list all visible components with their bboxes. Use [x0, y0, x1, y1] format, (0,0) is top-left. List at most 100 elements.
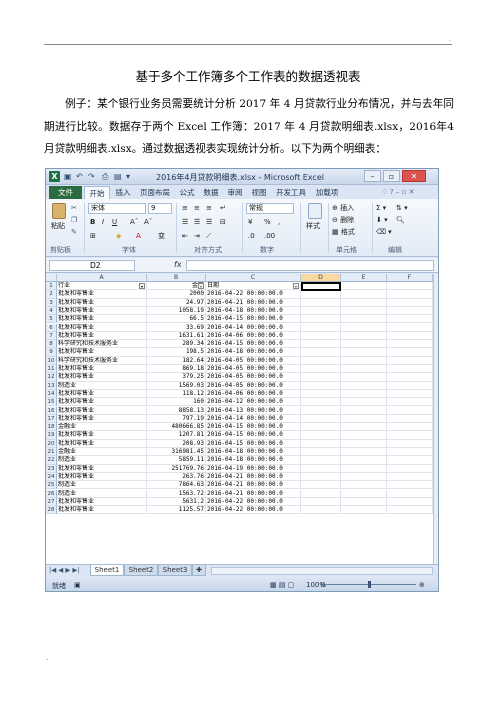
industry-cell[interactable]: 批发和零售业	[57, 306, 147, 316]
merge-icon[interactable]: ⊟	[220, 217, 226, 227]
date-cell[interactable]: 2016-04-15 00:00:00.0	[206, 315, 301, 324]
empty-cell[interactable]	[387, 340, 433, 349]
quick-access-dropdown-icon[interactable]: ▾	[126, 171, 130, 182]
help-icons[interactable]: ♢ ? – ▫ ✕	[368, 186, 428, 199]
styles-label[interactable]: 样式	[306, 221, 320, 231]
row-number[interactable]: 11	[46, 365, 57, 374]
empty-cell[interactable]	[341, 464, 387, 473]
sheet-tab-sheet3[interactable]: Sheet3	[158, 565, 192, 576]
amount-cell[interactable]: 208.93	[147, 439, 206, 448]
empty-cell[interactable]	[341, 497, 387, 507]
column-header-b[interactable]: B	[147, 274, 206, 282]
font-name-box[interactable]: 宋体	[88, 203, 146, 214]
date-cell[interactable]: 2016-04-18 00:00:00.0	[206, 306, 301, 316]
date-cell[interactable]: 2016-04-15 00:00:00.0	[206, 439, 301, 448]
empty-cell[interactable]	[387, 389, 433, 399]
copy-icon[interactable]: ❐	[71, 215, 77, 225]
empty-cell[interactable]	[341, 381, 387, 390]
empty-cell[interactable]	[301, 290, 341, 299]
amount-cell[interactable]: 118.12	[147, 389, 206, 399]
amount-cell[interactable]: 198.5	[147, 348, 206, 357]
row-number[interactable]: 12	[46, 373, 57, 382]
date-cell[interactable]: 2016-04-22 00:00:00.0	[206, 506, 301, 515]
empty-cell[interactable]	[387, 481, 433, 490]
sheet-tab-sheet1[interactable]: Sheet1	[90, 565, 124, 576]
empty-cell[interactable]	[301, 365, 341, 374]
increase-decimal-icon[interactable]: .0	[248, 231, 255, 241]
empty-cell[interactable]	[341, 331, 387, 341]
empty-cell[interactable]	[387, 373, 433, 382]
percent-icon[interactable]: %	[264, 217, 271, 227]
fill-icon[interactable]: ⬇ ▾	[376, 215, 388, 225]
amount-cell[interactable]: 316981.45	[147, 448, 206, 457]
amount-cell[interactable]: 8858.13	[147, 406, 206, 415]
empty-cell[interactable]	[387, 506, 433, 515]
date-cell[interactable]: 2016-04-18 00:00:00.0	[206, 448, 301, 457]
empty-cell[interactable]	[301, 414, 341, 424]
industry-cell[interactable]: 批发和零售业	[57, 373, 147, 382]
empty-cell[interactable]	[301, 389, 341, 399]
decrease-decimal-icon[interactable]: .00	[264, 231, 275, 241]
empty-cell[interactable]	[387, 331, 433, 341]
increase-indent-icon[interactable]: ⇥	[194, 231, 200, 241]
sort-filter-icon[interactable]: ⇅ ▾	[396, 203, 408, 213]
row-number[interactable]: 15	[46, 398, 57, 407]
select-all-corner[interactable]	[46, 274, 57, 282]
industry-cell[interactable]: 批发和零售业	[57, 506, 147, 515]
empty-cell[interactable]	[387, 398, 433, 407]
tab-review[interactable]: 审阅	[224, 186, 246, 199]
empty-cell[interactable]	[301, 331, 341, 341]
date-cell[interactable]: 2016-04-06 00:00:00.0	[206, 389, 301, 399]
date-cell[interactable]: 2016-04-19 00:00:00.0	[206, 464, 301, 473]
column-header-d[interactable]: D	[301, 274, 341, 282]
decrease-indent-icon[interactable]: ⇤	[182, 231, 188, 241]
empty-cell[interactable]	[387, 323, 433, 332]
date-cell[interactable]: 2016-04-21 00:00:00.0	[206, 472, 301, 482]
tab-page-layout[interactable]: 页面布局	[136, 186, 174, 199]
empty-cell[interactable]	[341, 365, 387, 374]
amount-cell[interactable]: 1207.81	[147, 431, 206, 440]
industry-cell[interactable]: 科学研究和技术服务业	[57, 340, 147, 349]
industry-cell[interactable]: 金融业	[57, 423, 147, 432]
font-size-box[interactable]: 9	[148, 203, 172, 214]
amount-cell[interactable]: 263.76	[147, 472, 206, 482]
industry-cell[interactable]: 批发和零售业	[57, 431, 147, 440]
amount-cell[interactable]: 5631.2	[147, 497, 206, 507]
zoom-slider[interactable]	[326, 584, 416, 585]
name-box[interactable]: D2	[49, 260, 135, 271]
empty-cell[interactable]	[341, 481, 387, 490]
tab-home[interactable]: 开始	[84, 186, 110, 199]
empty-cell[interactable]	[387, 381, 433, 390]
amount-cell[interactable]: 379.25	[147, 373, 206, 382]
industry-cell[interactable]: 制造业	[57, 489, 147, 498]
empty-cell[interactable]	[301, 323, 341, 332]
filter-dropdown-icon[interactable]: ▾	[293, 283, 299, 289]
tab-developer[interactable]: 开发工具	[272, 186, 310, 199]
empty-cell[interactable]	[387, 414, 433, 424]
date-cell[interactable]: 2016-04-05 00:00:00.0	[206, 381, 301, 390]
tab-view[interactable]: 视图	[248, 186, 270, 199]
wrap-text-icon[interactable]: ↵	[220, 203, 226, 213]
empty-cell[interactable]	[387, 306, 433, 316]
filter-dropdown-icon[interactable]: ▾	[198, 283, 204, 289]
column-header-c[interactable]: C	[206, 274, 301, 282]
row-number[interactable]: 10	[46, 356, 57, 365]
amount-cell[interactable]: 251769.76	[147, 464, 206, 473]
row-number[interactable]: 20	[46, 439, 57, 448]
row-number[interactable]: 28	[46, 506, 57, 515]
font-color-icon[interactable]: A	[136, 231, 141, 241]
empty-cell[interactable]	[341, 439, 387, 448]
close-icon[interactable]: ✕	[402, 170, 426, 182]
save-icon[interactable]: ▣	[64, 171, 72, 182]
industry-cell[interactable]: 批发和零售业	[57, 315, 147, 324]
tab-data[interactable]: 数据	[200, 186, 222, 199]
industry-cell[interactable]: 批发和零售业	[57, 439, 147, 448]
empty-cell[interactable]	[387, 406, 433, 415]
date-cell[interactable]: 2016-04-05 00:00:00.0	[206, 356, 301, 365]
empty-cell[interactable]	[341, 290, 387, 299]
date-cell[interactable]: 2016-04-05 00:00:00.0	[206, 365, 301, 374]
industry-cell[interactable]: 批发和零售业	[57, 331, 147, 341]
empty-cell[interactable]	[387, 290, 433, 299]
delete-cells-button[interactable]: ⊖ 删除	[332, 215, 354, 225]
date-cell[interactable]: 2016-04-15 00:00:00.0	[206, 423, 301, 432]
